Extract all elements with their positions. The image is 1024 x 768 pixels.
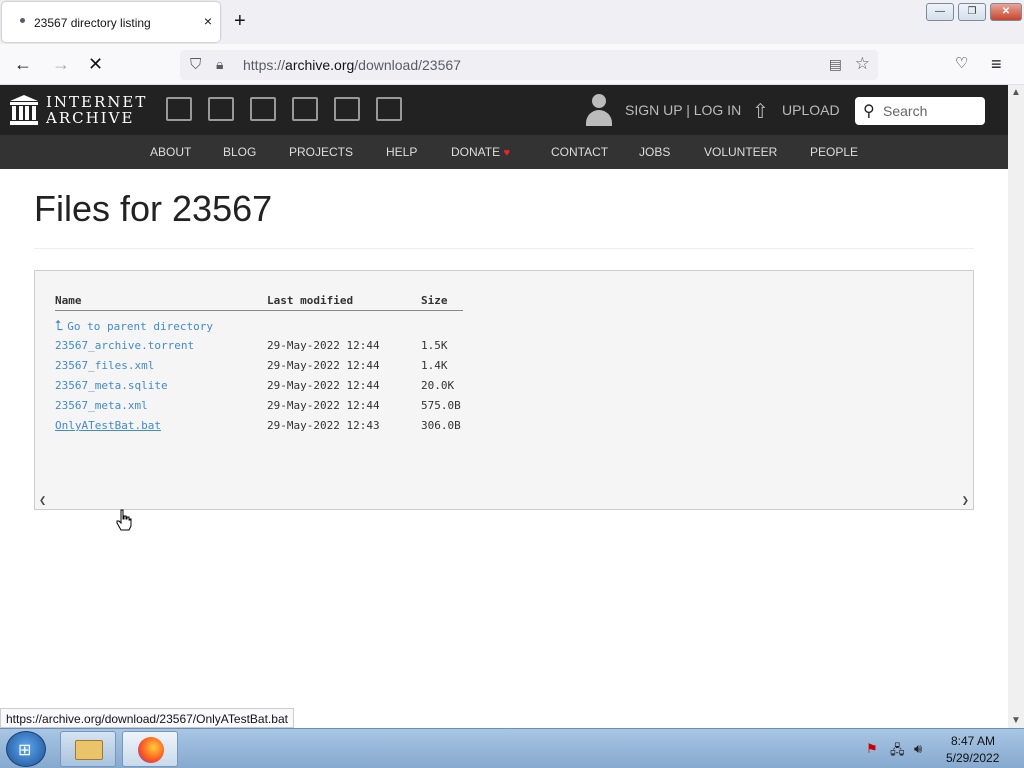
- audio-icon[interactable]: [292, 97, 318, 121]
- tab-title: 23567 directory listing: [34, 16, 151, 30]
- file-row: 23567_archive.torrent 29-May-2022 12:44 …: [35, 339, 975, 359]
- upload-icon[interactable]: ⇧: [752, 99, 769, 124]
- menu-contact[interactable]: CONTACT: [551, 145, 608, 159]
- column-name[interactable]: Name: [55, 294, 82, 307]
- tab-strip: 23567 directory listing × + — ❐ ✕: [0, 0, 1024, 44]
- bookmark-star-icon[interactable]: ☆: [855, 54, 870, 74]
- software-icon[interactable]: [334, 97, 360, 121]
- file-size: 306.0B: [421, 419, 461, 432]
- ia-logo-text[interactable]: INTERNET ARCHIVE: [46, 94, 147, 126]
- file-modified: 29-May-2022 12:44: [267, 359, 380, 372]
- lock-icon[interactable]: 🔒︎: [216, 56, 223, 73]
- start-button[interactable]: ⊞: [6, 731, 46, 767]
- menu-blog[interactable]: BLOG: [223, 145, 256, 159]
- divider: [34, 248, 974, 249]
- ia-secondary-menu: ABOUT BLOG PROJECTS HELP DONATE ♥ CONTAC…: [0, 135, 1008, 169]
- link-status-bar: https://archive.org/download/23567/OnlyA…: [0, 708, 294, 728]
- stop-loading-icon[interactable]: ✕: [88, 54, 103, 74]
- scroll-left-icon[interactable]: ❮: [39, 493, 46, 507]
- parent-directory-link[interactable]: ⮤ Go to parent directory: [55, 318, 213, 334]
- menu-donate[interactable]: DONATE ♥: [451, 145, 510, 159]
- page-viewport: INTERNET ARCHIVE SIGN UP | LOG IN ⇧ UPLOA…: [0, 85, 1008, 708]
- menu-help[interactable]: HELP: [386, 145, 417, 159]
- navigation-toolbar: ← → ✕ ⛉ 🔒︎ https://archive.org/download/…: [0, 44, 1024, 85]
- loading-dot-icon: [20, 18, 25, 23]
- file-size: 575.0B: [421, 399, 461, 412]
- file-link[interactable]: 23567_archive.torrent: [55, 339, 194, 352]
- web-icon[interactable]: [166, 97, 192, 121]
- file-row: 23567_meta.sqlite 29-May-2022 12:44 20.0…: [35, 379, 975, 399]
- file-size: 1.4K: [421, 359, 448, 372]
- user-avatar-icon[interactable]: [585, 94, 613, 126]
- file-link[interactable]: 23567_meta.xml: [55, 399, 148, 412]
- volume-icon[interactable]: 🔊︎: [914, 741, 922, 757]
- network-icon[interactable]: 🖧︎: [890, 741, 905, 763]
- file-link[interactable]: 23567_files.xml: [55, 359, 154, 372]
- window-close-button[interactable]: ✕: [990, 3, 1022, 21]
- ia-top-nav: INTERNET ARCHIVE SIGN UP | LOG IN ⇧ UPLOA…: [0, 85, 1008, 135]
- file-modified: 29-May-2022 12:44: [267, 399, 380, 412]
- scroll-down-icon[interactable]: ▼: [1011, 715, 1021, 726]
- taskbar-explorer[interactable]: [60, 731, 116, 767]
- header-rule: [55, 310, 463, 311]
- forward-icon[interactable]: →: [52, 54, 70, 74]
- tab-active[interactable]: 23567 directory listing ×: [2, 2, 220, 42]
- file-size: 1.5K: [421, 339, 448, 352]
- column-modified[interactable]: Last modified: [267, 294, 353, 307]
- images-icon[interactable]: [376, 97, 402, 121]
- menu-jobs[interactable]: JOBS: [639, 145, 670, 159]
- clock-date[interactable]: 5/29/2022: [946, 751, 999, 765]
- search-input[interactable]: Search: [883, 103, 927, 119]
- up-arrow-icon: ⮤: [55, 318, 64, 334]
- file-row: OnlyATestBat.bat 29-May-2022 12:43 306.0…: [35, 419, 975, 439]
- ia-logo-icon[interactable]: [10, 95, 38, 125]
- scroll-up-icon[interactable]: ▲: [1011, 87, 1021, 98]
- minimize-button[interactable]: —: [926, 3, 954, 21]
- search-box[interactable]: ⚲ Search: [855, 97, 985, 125]
- file-size: 20.0K: [421, 379, 455, 392]
- restore-button[interactable]: ❐: [958, 3, 986, 21]
- texts-icon[interactable]: [208, 97, 234, 121]
- menu-people[interactable]: PEOPLE: [810, 145, 858, 159]
- reader-view-icon[interactable]: ▤: [829, 56, 842, 73]
- file-modified: 29-May-2022 12:43: [267, 419, 380, 432]
- tab-close-icon[interactable]: ×: [204, 13, 212, 29]
- pocket-icon[interactable]: ♡: [955, 54, 968, 74]
- menu-icon[interactable]: ≡: [991, 54, 1002, 74]
- scroll-right-icon[interactable]: ❯: [962, 493, 969, 507]
- file-row: 23567_meta.xml 29-May-2022 12:44 575.0B: [35, 399, 975, 419]
- menu-volunteer[interactable]: VOLUNTEER: [704, 145, 777, 159]
- file-row: 23567_files.xml 29-May-2022 12:44 1.4K: [35, 359, 975, 379]
- tracking-shield-icon[interactable]: ⛉: [190, 56, 201, 73]
- vertical-scrollbar[interactable]: ▲ ▼: [1008, 85, 1024, 728]
- heart-icon: ♥: [503, 147, 510, 159]
- action-center-icon[interactable]: ⚑: [866, 741, 878, 757]
- windows-taskbar: ⊞ ⚑ 🖧︎ 🔊︎ 8:47 AM 5/29/2022: [0, 728, 1024, 768]
- windows-logo-icon: ⊞: [18, 742, 32, 759]
- file-link[interactable]: 23567_meta.sqlite: [55, 379, 168, 392]
- taskbar-firefox[interactable]: [122, 731, 178, 767]
- file-modified: 29-May-2022 12:44: [267, 379, 380, 392]
- address-bar[interactable]: ⛉ 🔒︎ https://archive.org/download/23567 …: [180, 50, 878, 80]
- file-modified: 29-May-2022 12:44: [267, 339, 380, 352]
- clock-time[interactable]: 8:47 AM: [951, 734, 995, 748]
- directory-listing: Name Last modified Size ⮤ Go to parent di…: [34, 270, 974, 510]
- signup-login-link[interactable]: SIGN UP | LOG IN: [625, 102, 741, 118]
- search-icon[interactable]: ⚲: [863, 101, 875, 121]
- firefox-icon: [138, 737, 164, 763]
- page-title: Files for 23567: [34, 188, 273, 229]
- upload-link[interactable]: UPLOAD: [782, 102, 840, 118]
- url-text[interactable]: https://archive.org/download/23567: [243, 57, 461, 73]
- video-icon[interactable]: [250, 97, 276, 121]
- file-link-hovered[interactable]: OnlyATestBat.bat: [55, 419, 161, 432]
- back-icon[interactable]: ←: [14, 54, 32, 74]
- explorer-icon: [75, 740, 103, 760]
- new-tab-button[interactable]: +: [234, 10, 246, 32]
- menu-projects[interactable]: PROJECTS: [289, 145, 353, 159]
- column-size[interactable]: Size: [421, 294, 448, 307]
- hand-cursor-icon: [116, 509, 132, 531]
- menu-about[interactable]: ABOUT: [150, 145, 191, 159]
